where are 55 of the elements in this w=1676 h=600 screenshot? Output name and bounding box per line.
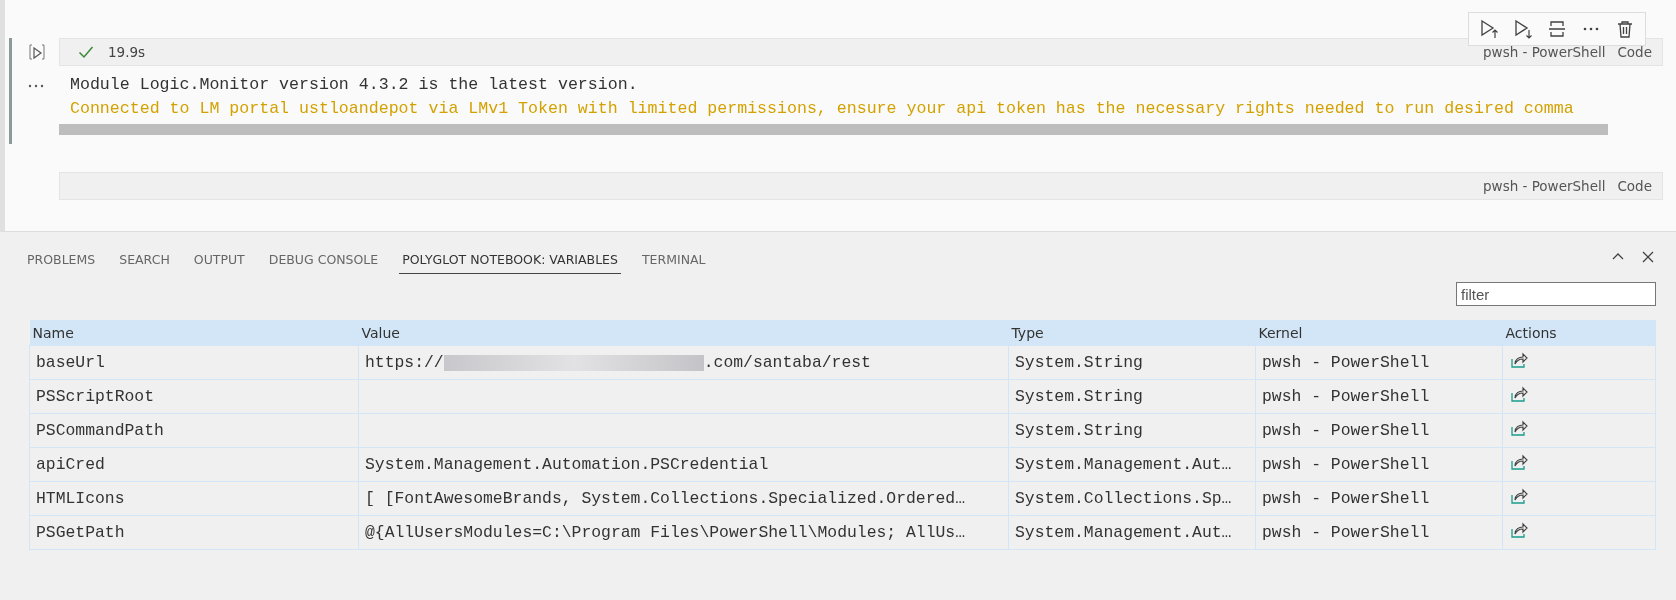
kernel-label[interactable]: pwsh - PowerShell — [1483, 178, 1606, 194]
share-icon[interactable] — [1509, 418, 1529, 438]
table-cell: System.String — [1008, 379, 1256, 414]
run-cell-icon[interactable] — [28, 43, 46, 61]
share-icon[interactable] — [1509, 384, 1529, 404]
share-icon[interactable] — [1509, 452, 1529, 472]
table-cell: [ [FontAwesomeBrands, System.Collections.Specialized.Ordered… — [365, 489, 965, 508]
table-cell: pwsh - PowerShell — [1255, 345, 1503, 380]
column-header: Type — [1008, 320, 1256, 346]
table-cell: System.Management.Aut… — [1008, 447, 1256, 482]
panel-tab[interactable]: TERMINAL — [638, 246, 709, 274]
table-cell: https:// — [365, 353, 444, 372]
table-cell: System.Management.Aut… — [1008, 515, 1256, 550]
table-cell: HTMLIcons — [29, 481, 359, 516]
cell-type-label[interactable]: Code — [1617, 178, 1652, 194]
table-cell: pwsh - PowerShell — [1255, 515, 1503, 550]
output-line: Module Logic.Monitor version 4.3.2 is the latest version. — [70, 74, 639, 96]
panel-tab[interactable]: DEBUG CONSOLE — [265, 246, 382, 274]
output-line: Connected to LM portal ustloandepot via LMv1 Token with limited permissions, ensure your api token has the necessary rights needed to run desired comma — [70, 98, 1575, 120]
table-cell: pwsh - PowerShell — [1255, 413, 1503, 448]
column-header: Actions — [1502, 320, 1656, 346]
table-cell: System.String — [1008, 345, 1256, 380]
panel-tab[interactable]: POLYGLOT NOTEBOOK: VARIABLES — [399, 246, 621, 274]
column-header: Kernel — [1255, 320, 1503, 346]
table-cell: PSGetPath — [29, 515, 359, 550]
table-cell: System.String — [1008, 413, 1256, 448]
share-icon[interactable] — [1509, 486, 1529, 506]
table-cell: pwsh - PowerShell — [1255, 481, 1503, 516]
close-icon[interactable] — [1640, 249, 1656, 265]
table-cell: pwsh - PowerShell — [1255, 447, 1503, 482]
run-below-icon[interactable] — [1512, 18, 1534, 40]
table-cell: pwsh - PowerShell — [1255, 379, 1503, 414]
run-above-icon[interactable] — [1478, 18, 1500, 40]
table-cell: System.Management.Automation.PSCredential — [365, 455, 769, 474]
execution-time: 19.9s — [108, 44, 146, 60]
table-cell: apiCred — [29, 447, 359, 482]
panel-tab[interactable]: PROBLEMS — [24, 246, 99, 274]
table-cell: baseUrl — [29, 345, 359, 380]
scrollbar[interactable] — [59, 124, 1608, 135]
share-icon[interactable] — [1509, 520, 1529, 540]
table-cell: @{AllUsersModules=C:\Program Files\PowerShell\Modules; AllUs… — [365, 523, 965, 542]
table-cell: PSScriptRoot — [29, 379, 359, 414]
table-cell: System.Collections.Sp… — [1008, 481, 1256, 516]
panel-tab[interactable]: OUTPUT — [190, 246, 248, 274]
share-icon[interactable] — [1509, 350, 1529, 370]
filter-field[interactable]: filter — [1456, 282, 1656, 306]
split-cell-icon[interactable] — [1546, 18, 1568, 40]
table-cell: PSCommandPath — [29, 413, 359, 448]
cell-type-label[interactable]: Code — [1617, 44, 1652, 60]
table-cell: .com/santaba/rest — [703, 353, 871, 372]
kernel-label[interactable]: pwsh - PowerShell — [1483, 44, 1606, 60]
column-header: Value — [358, 320, 1009, 346]
panel-tab[interactable]: SEARCH — [116, 246, 173, 274]
more-icon[interactable] — [27, 83, 45, 89]
column-header: Name — [29, 320, 359, 346]
